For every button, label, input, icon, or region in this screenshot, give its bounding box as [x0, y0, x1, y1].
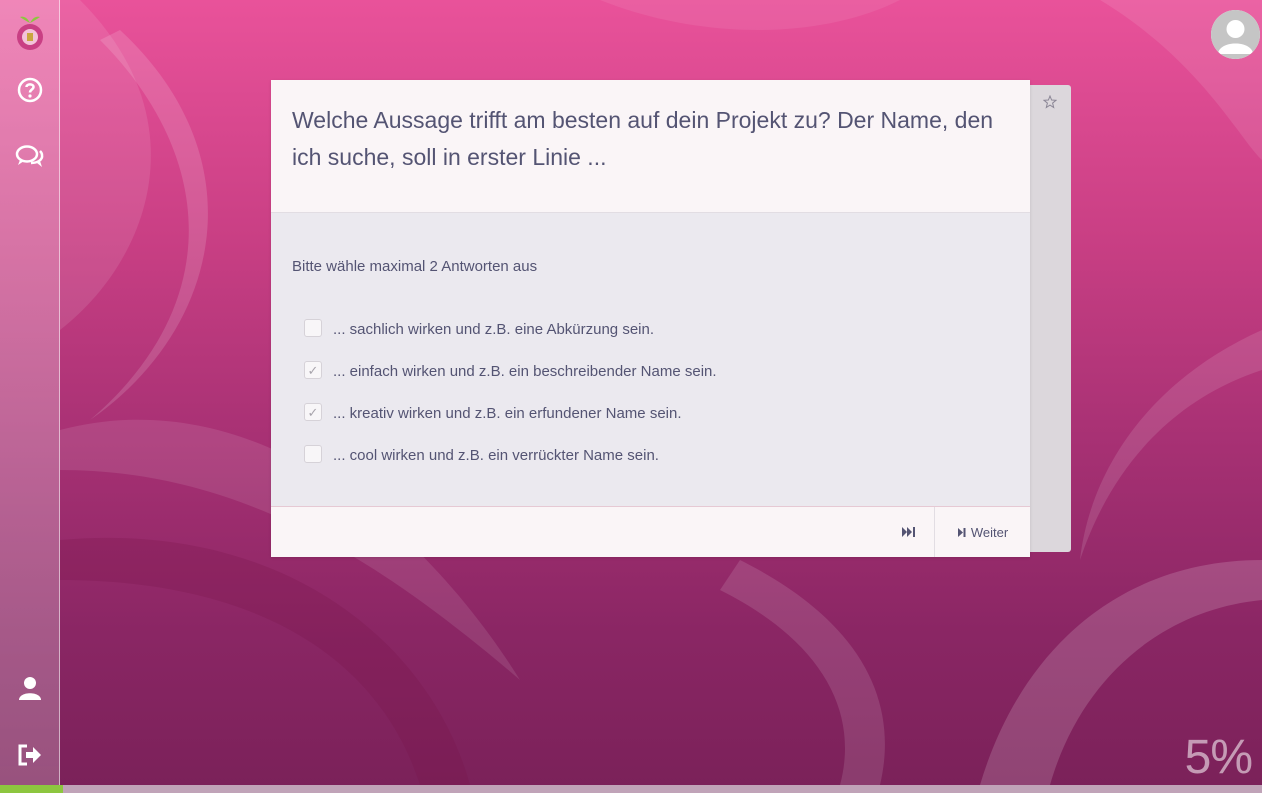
avatar[interactable]	[1211, 10, 1260, 59]
next-button-label: Weiter	[970, 524, 1009, 540]
answer-option-label: ... einfach wirken und z.B. ein beschrei…	[333, 362, 717, 380]
answer-option[interactable]: ... sachlich wirken und z.B. eine Abkürz…	[304, 308, 1009, 350]
progress-percent: 5%	[1184, 731, 1253, 784]
fast-forward-icon	[902, 527, 915, 537]
answer-checkbox[interactable]	[304, 445, 322, 463]
question-card: Welche Aussage trifft am besten auf dein…	[271, 80, 1030, 557]
question-text: Welche Aussage trifft am besten auf dein…	[292, 107, 994, 170]
chat-icon[interactable]	[0, 137, 59, 177]
step-forward-icon	[957, 527, 966, 537]
answer-checkbox[interactable]	[304, 319, 322, 337]
answer-checkbox[interactable]: ✓	[304, 361, 322, 379]
card-footer: Weiter	[271, 506, 1030, 557]
answer-option-label: ... kreativ wirken und z.B. ein erfunden…	[333, 404, 682, 422]
checkmark-icon: ✓	[307, 404, 319, 420]
answer-option[interactable]: ✓ ... einfach wirken und z.B. ein beschre…	[304, 350, 1009, 392]
card-side-panel	[1030, 85, 1071, 552]
next-button[interactable]: Weiter	[935, 507, 1030, 557]
skip-button[interactable]	[884, 507, 934, 557]
help-icon[interactable]	[0, 70, 59, 110]
progress-bar	[0, 785, 1262, 793]
options-list: ... sachlich wirken und z.B. eine Abkürz…	[292, 308, 1009, 476]
answer-option[interactable]: ... cool wirken und z.B. ein verrückter …	[304, 434, 1009, 476]
answer-checkbox[interactable]: ✓	[304, 403, 322, 421]
logout-icon[interactable]	[0, 735, 59, 775]
checkmark-icon: ✓	[307, 362, 319, 378]
sidebar	[0, 0, 60, 785]
instruction-text: Bitte wähle maximal 2 Antworten aus	[292, 258, 538, 275]
logo-icon[interactable]	[0, 12, 59, 52]
question-body: Bitte wähle maximal 2 Antworten aus ... …	[271, 213, 1030, 505]
question-header: Welche Aussage trifft am besten auf dein…	[271, 80, 1030, 213]
star-icon[interactable]	[1042, 94, 1058, 114]
user-icon[interactable]	[0, 668, 59, 708]
progress-bar-fill	[0, 785, 64, 793]
answer-option[interactable]: ✓ ... kreativ wirken und z.B. ein erfunde…	[304, 392, 1009, 434]
answer-option-label: ... cool wirken und z.B. ein verrückter …	[333, 446, 659, 464]
answer-option-label: ... sachlich wirken und z.B. eine Abkürz…	[333, 320, 655, 338]
